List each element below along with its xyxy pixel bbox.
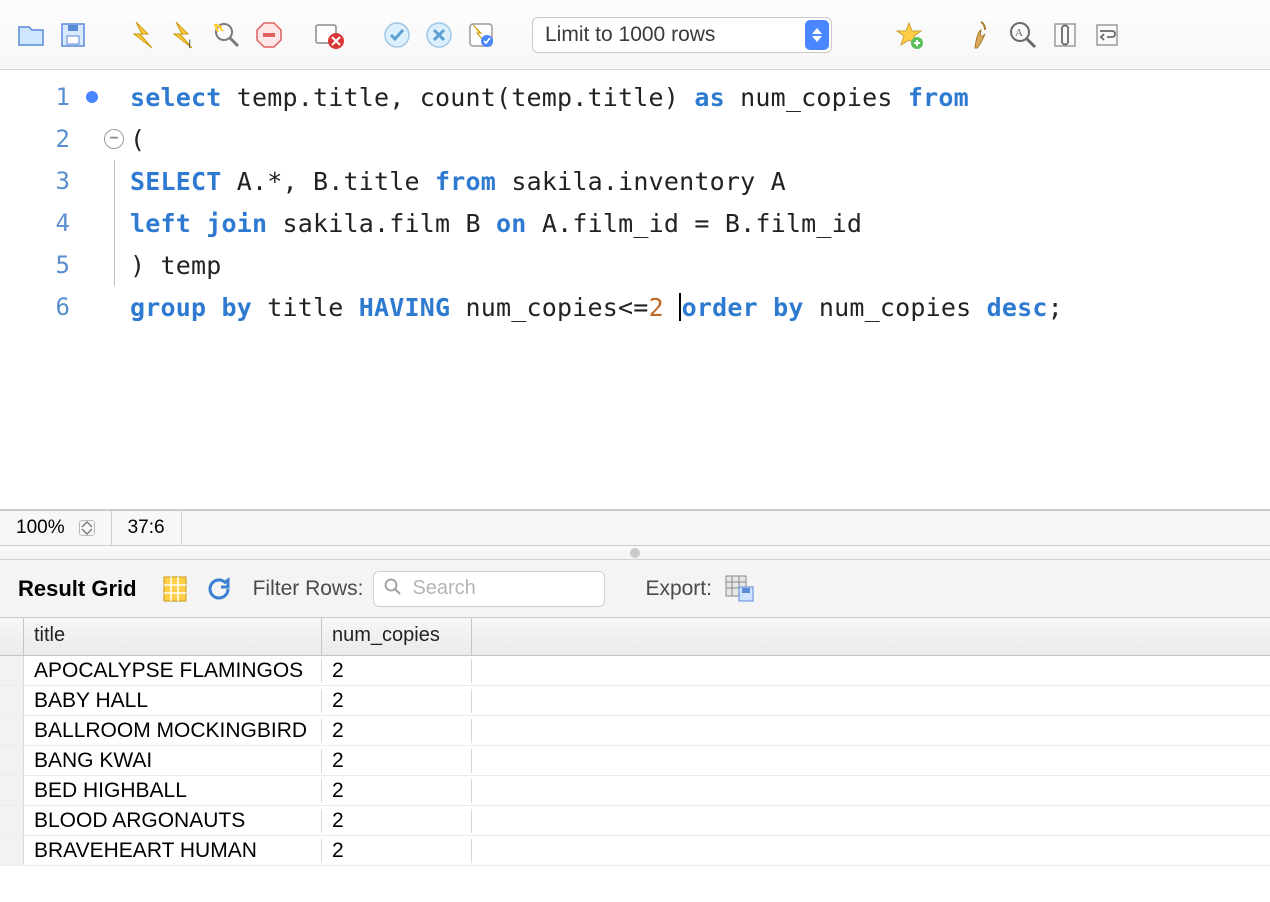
zoom-stepper-icon[interactable] <box>79 520 95 536</box>
wrap-button[interactable] <box>1090 18 1124 52</box>
result-grid-label: Result Grid <box>18 576 137 602</box>
export-button[interactable] <box>726 575 754 603</box>
row-limit-label: Limit to 1000 rows <box>545 23 715 47</box>
open-file-button[interactable] <box>14 18 48 52</box>
cell-title[interactable]: APOCALYPSE FLAMINGOS <box>24 659 322 683</box>
search-button[interactable]: A <box>1006 18 1040 52</box>
select-arrows-icon <box>805 20 829 50</box>
refresh-button[interactable] <box>205 575 233 603</box>
beautify-button[interactable] <box>964 18 998 52</box>
cell-title[interactable]: BANG KWAI <box>24 749 322 773</box>
cell-title[interactable]: BLOOD ARGONAUTS <box>24 809 322 833</box>
cell-num-copies[interactable]: 2 <box>322 779 472 803</box>
table-row[interactable]: BABY HALL2 <box>0 686 1270 716</box>
cell-title[interactable]: BED HIGHBALL <box>24 779 322 803</box>
cursor-position: 37:6 <box>112 511 182 545</box>
results-toolbar: Result Grid Filter Rows: Export: <box>0 560 1270 618</box>
cell-title[interactable]: BRAVEHEART HUMAN <box>24 839 322 863</box>
favorite-button[interactable] <box>892 18 926 52</box>
column-header-title[interactable]: title <box>24 618 322 655</box>
export-label: Export: <box>645 577 712 601</box>
zoom-level[interactable]: 100% <box>0 511 112 545</box>
editor-code-area[interactable]: select temp.title, count(temp.title) as … <box>130 70 1270 509</box>
row-limit-select[interactable]: Limit to 1000 rows <box>532 17 832 53</box>
search-icon <box>384 576 402 602</box>
show-whitespace-button[interactable] <box>1048 18 1082 52</box>
cell-num-copies[interactable]: 2 <box>322 749 472 773</box>
table-row[interactable]: BALLROOM MOCKINGBIRD2 <box>0 716 1270 746</box>
execute-button[interactable] <box>126 18 160 52</box>
cell-num-copies[interactable]: 2 <box>322 659 472 683</box>
rollback-button[interactable] <box>422 18 456 52</box>
stop-button[interactable] <box>252 18 286 52</box>
table-row[interactable]: BLOOD ARGONAUTS2 <box>0 806 1270 836</box>
explain-button[interactable] <box>210 18 244 52</box>
editor-gutter: 12−3456 <box>0 70 130 509</box>
filter-rows-label: Filter Rows: <box>253 577 364 601</box>
svg-text:A: A <box>1015 27 1023 39</box>
filter-rows-input-wrap[interactable] <box>373 571 605 607</box>
cell-num-copies[interactable]: 2 <box>322 839 472 863</box>
commit-button[interactable] <box>380 18 414 52</box>
grid-view-icon[interactable] <box>161 575 189 603</box>
save-button[interactable] <box>56 18 90 52</box>
cell-title[interactable]: BABY HALL <box>24 689 322 713</box>
autocommit-button[interactable] <box>464 18 498 52</box>
svg-text:I: I <box>188 37 191 51</box>
filter-rows-input[interactable] <box>410 576 594 601</box>
main-toolbar: I Limit to 1000 rows A <box>0 0 1270 70</box>
execute-cursor-button[interactable]: I <box>168 18 202 52</box>
cell-num-copies[interactable]: 2 <box>322 809 472 833</box>
cell-num-copies[interactable]: 2 <box>322 689 472 713</box>
table-row[interactable]: BRAVEHEART HUMAN2 <box>0 836 1270 866</box>
position-value: 37:6 <box>128 517 165 539</box>
results-grid[interactable]: APOCALYPSE FLAMINGOS2BABY HALL2BALLROOM … <box>0 656 1270 866</box>
results-header: title num_copies <box>0 618 1270 656</box>
table-row[interactable]: BANG KWAI2 <box>0 746 1270 776</box>
cell-num-copies[interactable]: 2 <box>322 719 472 743</box>
stop-on-error-button[interactable] <box>312 18 346 52</box>
zoom-value: 100% <box>16 517 65 539</box>
table-row[interactable]: BED HIGHBALL2 <box>0 776 1270 806</box>
column-header-num-copies[interactable]: num_copies <box>322 618 472 655</box>
splitter-handle[interactable] <box>0 546 1270 560</box>
sql-editor[interactable]: 12−3456 select temp.title, count(temp.ti… <box>0 70 1270 510</box>
editor-statusbar: 100% 37:6 <box>0 510 1270 546</box>
table-row[interactable]: APOCALYPSE FLAMINGOS2 <box>0 656 1270 686</box>
cell-title[interactable]: BALLROOM MOCKINGBIRD <box>24 719 322 743</box>
